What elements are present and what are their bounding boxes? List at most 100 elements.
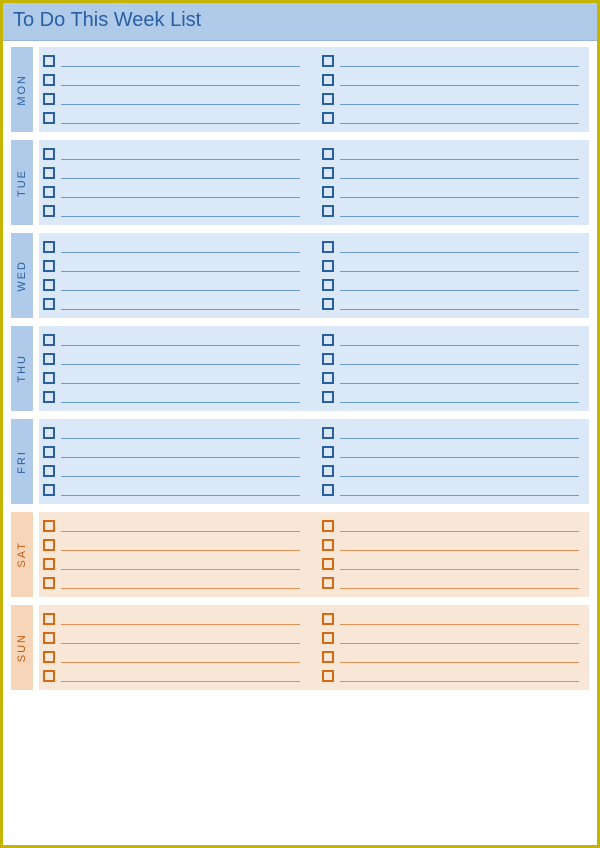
- task-line[interactable]: [340, 298, 579, 310]
- task-line[interactable]: [61, 539, 300, 551]
- task-line[interactable]: [61, 632, 300, 644]
- task-line[interactable]: [61, 520, 300, 532]
- task-line[interactable]: [61, 670, 300, 682]
- checkbox-icon[interactable]: [322, 520, 334, 532]
- task-line[interactable]: [340, 558, 579, 570]
- checkbox-icon[interactable]: [322, 577, 334, 589]
- checkbox-icon[interactable]: [43, 446, 55, 458]
- task-line[interactable]: [340, 74, 579, 86]
- task-line[interactable]: [340, 670, 579, 682]
- task-line[interactable]: [61, 613, 300, 625]
- task-line[interactable]: [340, 484, 579, 496]
- checkbox-icon[interactable]: [43, 334, 55, 346]
- task-line[interactable]: [61, 446, 300, 458]
- task-line[interactable]: [340, 334, 579, 346]
- checkbox-icon[interactable]: [43, 372, 55, 384]
- checkbox-icon[interactable]: [43, 298, 55, 310]
- task-line[interactable]: [61, 334, 300, 346]
- checkbox-icon[interactable]: [322, 613, 334, 625]
- checkbox-icon[interactable]: [322, 298, 334, 310]
- task-line[interactable]: [61, 93, 300, 105]
- task-line[interactable]: [340, 112, 579, 124]
- checkbox-icon[interactable]: [322, 186, 334, 198]
- checkbox-icon[interactable]: [322, 465, 334, 477]
- task-line[interactable]: [340, 465, 579, 477]
- checkbox-icon[interactable]: [43, 55, 55, 67]
- task-line[interactable]: [340, 520, 579, 532]
- task-line[interactable]: [61, 577, 300, 589]
- task-line[interactable]: [340, 651, 579, 663]
- task-line[interactable]: [340, 427, 579, 439]
- task-line[interactable]: [340, 205, 579, 217]
- task-line[interactable]: [61, 391, 300, 403]
- checkbox-icon[interactable]: [322, 241, 334, 253]
- checkbox-icon[interactable]: [43, 353, 55, 365]
- task-line[interactable]: [61, 465, 300, 477]
- checkbox-icon[interactable]: [43, 520, 55, 532]
- checkbox-icon[interactable]: [43, 558, 55, 570]
- task-line[interactable]: [61, 112, 300, 124]
- task-line[interactable]: [340, 577, 579, 589]
- task-line[interactable]: [61, 167, 300, 179]
- task-line[interactable]: [340, 632, 579, 644]
- task-line[interactable]: [61, 186, 300, 198]
- checkbox-icon[interactable]: [43, 148, 55, 160]
- checkbox-icon[interactable]: [322, 74, 334, 86]
- task-line[interactable]: [61, 279, 300, 291]
- checkbox-icon[interactable]: [322, 632, 334, 644]
- task-line[interactable]: [340, 372, 579, 384]
- checkbox-icon[interactable]: [43, 651, 55, 663]
- task-line[interactable]: [61, 651, 300, 663]
- task-line[interactable]: [340, 186, 579, 198]
- task-line[interactable]: [61, 148, 300, 160]
- checkbox-icon[interactable]: [322, 391, 334, 403]
- checkbox-icon[interactable]: [43, 484, 55, 496]
- task-line[interactable]: [61, 74, 300, 86]
- checkbox-icon[interactable]: [322, 93, 334, 105]
- checkbox-icon[interactable]: [43, 670, 55, 682]
- checkbox-icon[interactable]: [43, 465, 55, 477]
- checkbox-icon[interactable]: [322, 539, 334, 551]
- checkbox-icon[interactable]: [322, 670, 334, 682]
- checkbox-icon[interactable]: [43, 167, 55, 179]
- task-line[interactable]: [61, 558, 300, 570]
- task-line[interactable]: [61, 427, 300, 439]
- task-line[interactable]: [340, 260, 579, 272]
- checkbox-icon[interactable]: [43, 205, 55, 217]
- checkbox-icon[interactable]: [43, 93, 55, 105]
- task-line[interactable]: [340, 446, 579, 458]
- task-line[interactable]: [61, 241, 300, 253]
- checkbox-icon[interactable]: [43, 186, 55, 198]
- checkbox-icon[interactable]: [322, 446, 334, 458]
- checkbox-icon[interactable]: [43, 539, 55, 551]
- checkbox-icon[interactable]: [322, 260, 334, 272]
- task-line[interactable]: [340, 167, 579, 179]
- task-line[interactable]: [61, 372, 300, 384]
- checkbox-icon[interactable]: [43, 241, 55, 253]
- checkbox-icon[interactable]: [43, 613, 55, 625]
- task-line[interactable]: [340, 279, 579, 291]
- checkbox-icon[interactable]: [322, 167, 334, 179]
- checkbox-icon[interactable]: [43, 391, 55, 403]
- task-line[interactable]: [61, 260, 300, 272]
- task-line[interactable]: [61, 298, 300, 310]
- checkbox-icon[interactable]: [43, 577, 55, 589]
- task-line[interactable]: [61, 55, 300, 67]
- checkbox-icon[interactable]: [322, 372, 334, 384]
- task-line[interactable]: [61, 353, 300, 365]
- task-line[interactable]: [340, 539, 579, 551]
- task-line[interactable]: [61, 484, 300, 496]
- checkbox-icon[interactable]: [322, 651, 334, 663]
- task-line[interactable]: [340, 55, 579, 67]
- task-line[interactable]: [340, 93, 579, 105]
- checkbox-icon[interactable]: [43, 279, 55, 291]
- checkbox-icon[interactable]: [43, 260, 55, 272]
- checkbox-icon[interactable]: [322, 353, 334, 365]
- checkbox-icon[interactable]: [322, 112, 334, 124]
- checkbox-icon[interactable]: [43, 74, 55, 86]
- checkbox-icon[interactable]: [322, 55, 334, 67]
- checkbox-icon[interactable]: [322, 279, 334, 291]
- checkbox-icon[interactable]: [43, 632, 55, 644]
- checkbox-icon[interactable]: [322, 205, 334, 217]
- task-line[interactable]: [61, 205, 300, 217]
